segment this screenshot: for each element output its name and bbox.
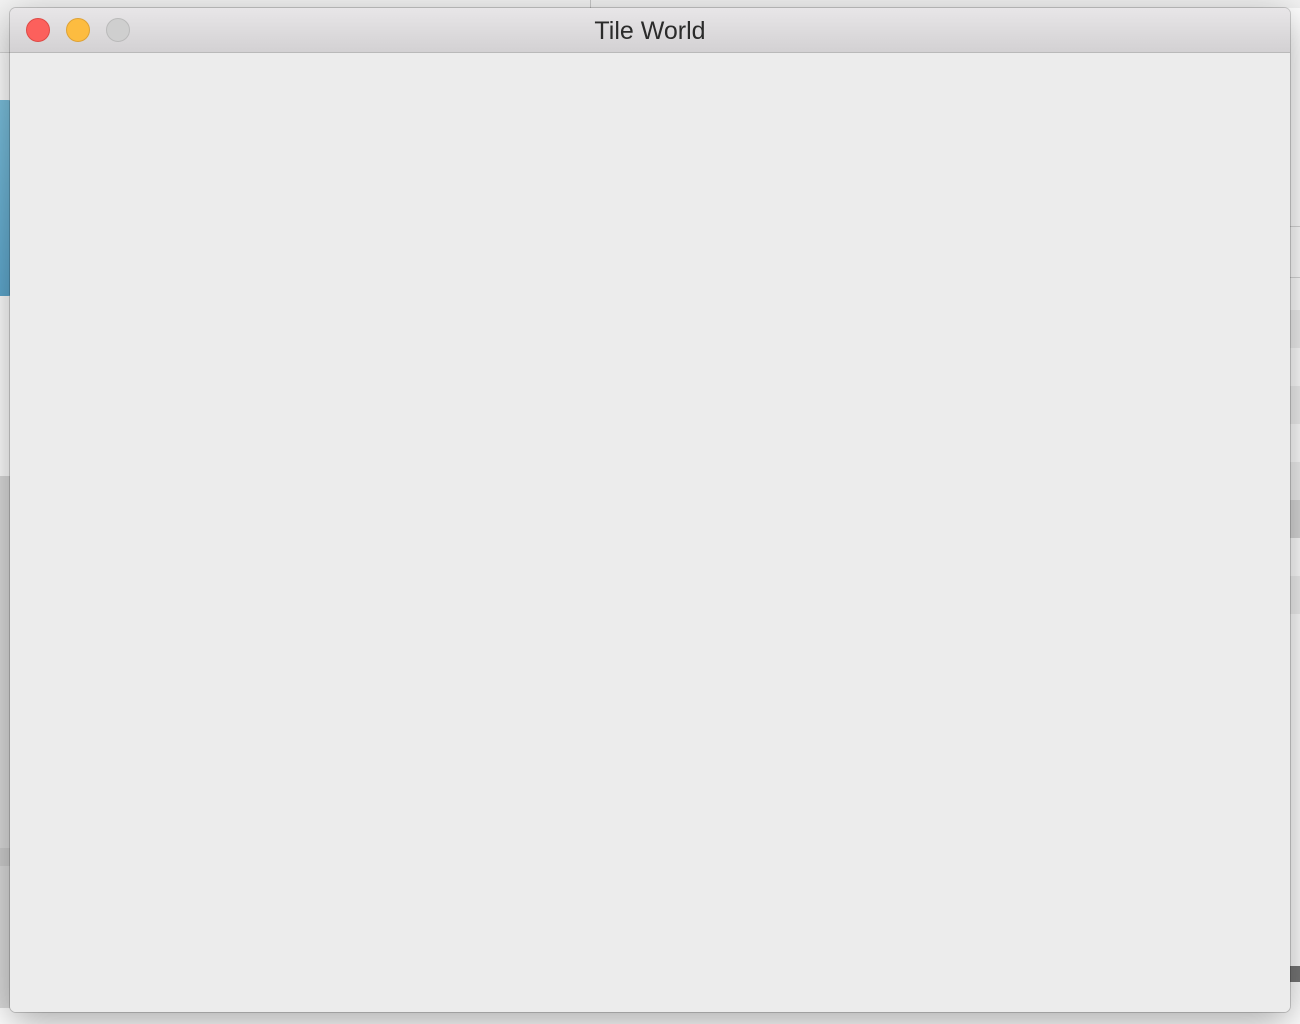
window-titlebar[interactable]: Tile World — [10, 8, 1290, 53]
tile-world-window: Tile World — [10, 8, 1290, 1012]
background-window-left-lower — [0, 476, 10, 1024]
window-title: Tile World — [594, 17, 706, 45]
window-content-area — [10, 53, 1290, 1012]
desktop: Tile World — [0, 0, 1300, 1024]
background-divider — [0, 848, 10, 866]
zoom-icon[interactable] — [106, 18, 130, 42]
close-icon[interactable] — [26, 18, 50, 42]
minimize-icon[interactable] — [66, 18, 90, 42]
